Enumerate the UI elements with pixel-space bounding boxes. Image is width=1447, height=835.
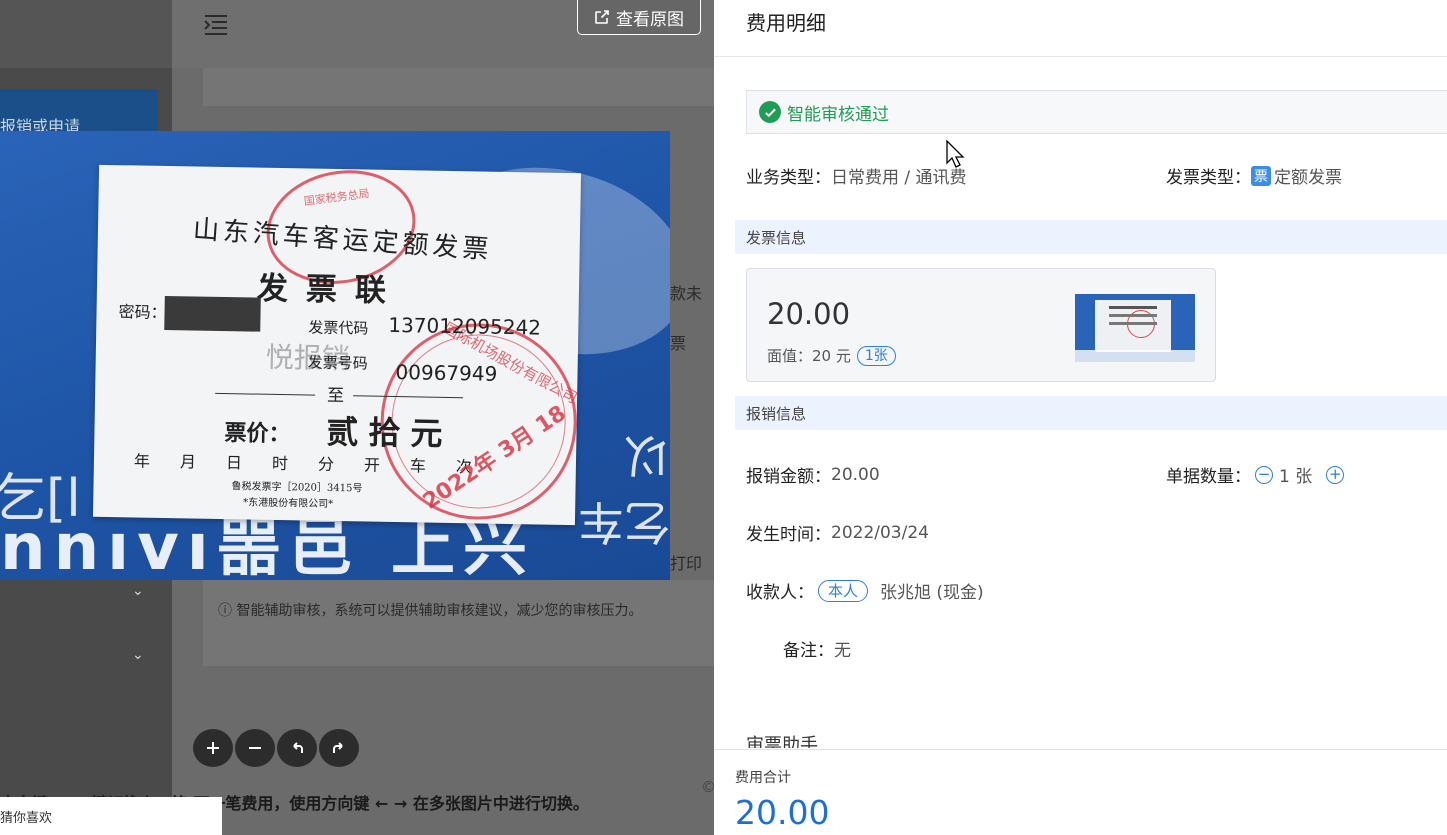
- payee-self-tag: 本人: [818, 579, 869, 602]
- expense-detail-drawer: 费用明细 智能审核通过 业务类型： 日常费用 / 通讯费 发票类型： 票 定额发…: [714, 0, 1447, 835]
- ticket-price-label: 票价：: [224, 420, 291, 448]
- ticket-to: 至: [326, 385, 345, 407]
- ticket-paper: 国家税务总局 国际机场股份有限公司 山东汽车客运定额发票 发票联 密码： 发票代…: [92, 157, 582, 526]
- plus-icon: [207, 742, 219, 754]
- external-link-icon: [595, 10, 609, 24]
- background-text: 票: [670, 334, 687, 353]
- business-type-label: 业务类型：: [746, 168, 831, 188]
- doc-count-row: 单据数量： − 1 张 +: [1166, 462, 1345, 487]
- viewer-toolbar: [193, 729, 359, 767]
- zoom-out-button[interactable]: [235, 729, 275, 767]
- ticket-price-value: 贰拾元: [326, 412, 453, 454]
- mouse-cursor-icon: [946, 140, 965, 168]
- reimburse-amount-label: 报销金额：: [746, 467, 831, 487]
- thumbnail-ticket: [1095, 300, 1171, 352]
- ticket-line: [215, 392, 316, 396]
- invoice-face-value-row: 面值：20 元 1张: [767, 345, 896, 366]
- rotate-left-button[interactable]: [277, 729, 317, 767]
- ticket-code-label: 发票代码: [308, 318, 369, 338]
- background-text: 款未: [670, 284, 703, 303]
- occur-time-label: 发生时间：: [746, 525, 831, 545]
- popup-text: 猜你喜欢: [0, 811, 53, 826]
- invoice-card[interactable]: 20.00 面值：20 元 1张: [746, 268, 1216, 382]
- ticket-code-value: 137012095242: [388, 312, 542, 340]
- occur-time-value: 2022/03/24: [831, 522, 929, 543]
- zoom-in-button[interactable]: [193, 729, 233, 767]
- payee-label: 收款人：: [746, 583, 814, 603]
- minus-icon: [249, 747, 261, 749]
- invoice-type-value: 定额发票: [1274, 168, 1342, 188]
- decrease-count-button[interactable]: −: [1255, 465, 1273, 484]
- increase-count-button[interactable]: +: [1326, 465, 1345, 484]
- rotate-left-icon: [293, 742, 303, 753]
- remark-label: 备注：: [783, 641, 834, 661]
- drawer-footer: 费用合计 20.00: [714, 749, 1447, 835]
- recommend-popup: 猜你喜欢: [0, 797, 222, 835]
- remark-value: 无: [834, 641, 851, 661]
- ticket-number-value: 00967949: [395, 360, 498, 386]
- rotate-right-button[interactable]: [319, 729, 359, 767]
- occur-time-row: 发生时间： 2022/03/24: [746, 520, 929, 546]
- ticket-subtitle: 发票联: [256, 270, 405, 310]
- open-original-button[interactable]: 查看原图: [577, 0, 701, 35]
- audit-status-bar: 智能审核通过: [746, 90, 1447, 134]
- background-tip: ⓘ 智能辅助审核，系统可以提供辅助审核建议，减少您的审核压力。: [218, 603, 643, 619]
- check-circle-icon: [759, 101, 781, 123]
- chevron-down-icon: ⌄: [132, 647, 144, 663]
- background-text: 打印: [670, 554, 703, 573]
- invoice-type-label: 发票类型：: [1166, 168, 1251, 188]
- invoice-photo[interactable]: 乞[l 乞车以 nnıvı噐邑 上兴 国家税务总局 国际机场股份有限公司 山东汽…: [0, 131, 670, 580]
- drawer-title: 费用明细: [746, 11, 826, 35]
- background-panel: [203, 68, 714, 106]
- audit-status-text: 智能审核通过: [787, 104, 889, 125]
- invoice-thumbnail[interactable]: [1075, 294, 1195, 362]
- invoice-type-icon: 票: [1251, 165, 1271, 186]
- reimburse-amount-row: 报销金额： 20.00: [746, 462, 880, 488]
- payee-value: 张兆旭 (现金): [880, 583, 984, 603]
- background-panel: [203, 580, 714, 666]
- invoice-face-value: 面值：20 元: [767, 347, 851, 365]
- ticket-footer: *东港股份有限公司*: [243, 497, 334, 510]
- total-label: 费用合计: [735, 770, 791, 786]
- ticket-number-label: 发票号码: [307, 353, 368, 373]
- section-invoice-info: 发票信息: [735, 220, 1447, 254]
- invoice-type-row: 发票类型： 票 定额发票: [1166, 163, 1342, 188]
- reimburse-amount-value: 20.00: [831, 464, 880, 485]
- section-reimburse-info: 报销信息: [735, 396, 1447, 430]
- ticket-password-label: 密码：: [118, 302, 167, 323]
- chevron-down-icon: ⌄: [132, 583, 144, 599]
- redacted-block: [164, 295, 261, 332]
- ticket-assistant-title: 审票助手: [746, 735, 818, 748]
- payee-row: 收款人： 本人 张兆旭 (现金): [746, 578, 984, 603]
- ticket-footer: 鲁税发票字［2020］3415号: [231, 481, 363, 495]
- menu-fold-icon: [203, 12, 229, 42]
- total-value: 20.00: [735, 793, 830, 832]
- invoice-count-badge: 1张: [856, 345, 896, 366]
- business-type-row: 业务类型： 日常费用 / 通讯费: [746, 163, 967, 188]
- drawer-header: 费用明细: [714, 0, 1447, 57]
- background-logo-area: [0, 0, 172, 68]
- thumbnail-band: [1075, 350, 1195, 362]
- doc-count-label: 单据数量：: [1166, 467, 1251, 487]
- doc-count-value: 1 张: [1279, 467, 1313, 487]
- invoice-amount: 20.00: [767, 297, 851, 331]
- open-original-label: 查看原图: [616, 9, 684, 30]
- remark-row: 备注： 无: [783, 636, 851, 661]
- photo-background-pattern: nnıvı噐邑 上兴: [0, 516, 535, 580]
- rotate-right-icon: [333, 742, 343, 753]
